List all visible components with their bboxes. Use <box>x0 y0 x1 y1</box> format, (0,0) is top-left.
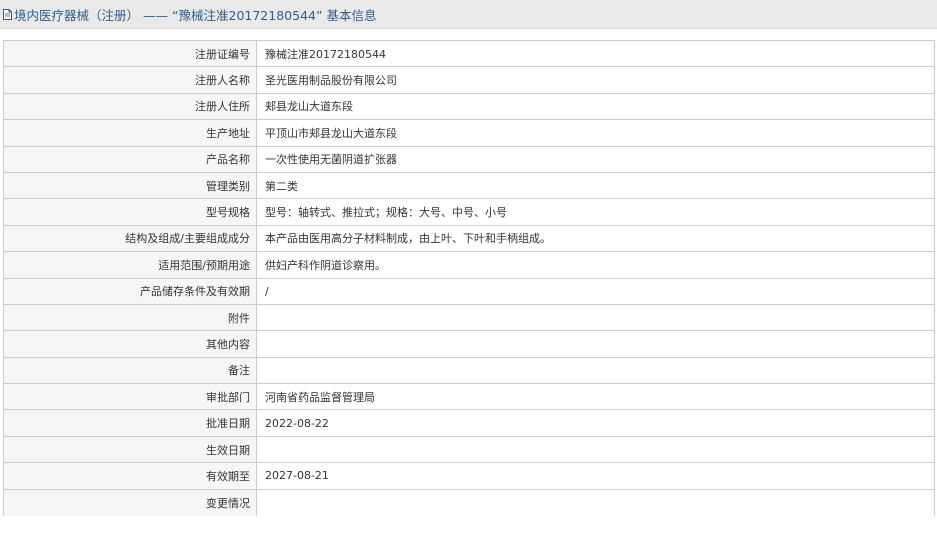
field-label: 结构及组成/主要组成成分 <box>3 224 257 253</box>
field-label: 注册证编号 <box>3 39 257 68</box>
table-row: 型号规格 型号：轴转式、推拉式；规格：大号、中号、小号 <box>3 198 935 226</box>
document-icon <box>3 8 12 20</box>
field-label: 注册人住所 <box>3 92 257 121</box>
field-value <box>256 435 935 464</box>
field-value: 本产品由医用高分子材料制成，由上叶、下叶和手柄组成。 <box>256 224 935 253</box>
field-label: 生效日期 <box>3 435 257 464</box>
field-value: 第二类 <box>256 171 935 200</box>
table-row: 其他内容 <box>3 330 935 358</box>
field-value: 豫械注准20172180544 <box>256 39 935 68</box>
device-info-body: 注册证编号 豫械注准20172180544 注册人名称 圣光医用制品股份有限公司 注册人… <box>3 39 935 516</box>
title-registration-number: “豫械注准20172180544” <box>172 7 323 23</box>
field-value: / <box>256 277 935 305</box>
field-value: 郏县龙山大道东段 <box>256 92 935 121</box>
page-title: 境内医疗器械（注册） —— “豫械注准20172180544” 基本信息 <box>14 5 376 24</box>
field-label: 生产地址 <box>3 119 257 147</box>
table-row: 备注 <box>3 356 935 385</box>
table-row: 注册人住所 郏县龙山大道东段 <box>3 92 935 121</box>
field-value <box>256 330 935 358</box>
table-row: 适用范围/预期用途 供妇产科作阴道诊察用。 <box>3 251 935 279</box>
device-info-table: 注册证编号 豫械注准20172180544 注册人名称 圣光医用制品股份有限公司 注册人… <box>3 39 935 516</box>
field-value <box>256 488 935 516</box>
field-value: 2022-08-22 <box>256 409 935 437</box>
table-row: 批准日期 2022-08-22 <box>3 409 935 437</box>
page-header: 境内医疗器械（注册） —— “豫械注准20172180544” 基本信息 <box>0 0 937 29</box>
table-row: 生产地址 平顶山市郏县龙山大道东段 <box>3 119 935 147</box>
field-value: 河南省药品监督管理局 <box>256 383 935 411</box>
field-value: 2027-08-21 <box>256 462 935 490</box>
table-row: 注册人名称 圣光医用制品股份有限公司 <box>3 66 935 94</box>
field-label: 批准日期 <box>3 409 257 437</box>
field-value: 一次性使用无菌阴道扩张器 <box>256 145 935 173</box>
table-row: 审批部门 河南省药品监督管理局 <box>3 383 935 411</box>
title-suffix: 基本信息 <box>326 7 377 23</box>
table-row: 管理类别 第二类 <box>3 171 935 200</box>
field-value <box>256 356 935 385</box>
table-row: 产品名称 一次性使用无菌阴道扩张器 <box>3 145 935 173</box>
title-category: 境内医疗器械（注册） <box>14 7 140 23</box>
table-row: 变更情况 <box>3 488 935 516</box>
field-label: 审批部门 <box>3 383 257 411</box>
field-value: 供妇产科作阴道诊察用。 <box>256 251 935 279</box>
field-value <box>256 303 935 332</box>
title-separator: —— <box>143 7 169 23</box>
table-row: 产品储存条件及有效期 / <box>3 277 935 305</box>
field-label: 附件 <box>3 303 257 332</box>
field-label: 管理类别 <box>3 171 257 200</box>
field-label: 有效期至 <box>3 462 257 490</box>
field-label: 产品储存条件及有效期 <box>3 277 257 305</box>
field-label: 变更情况 <box>3 488 257 516</box>
field-label: 注册人名称 <box>3 66 257 94</box>
table-row: 生效日期 <box>3 435 935 464</box>
field-label: 其他内容 <box>3 330 257 358</box>
field-value: 圣光医用制品股份有限公司 <box>256 66 935 94</box>
table-row: 附件 <box>3 303 935 332</box>
field-value: 型号：轴转式、推拉式；规格：大号、中号、小号 <box>256 198 935 226</box>
field-label: 产品名称 <box>3 145 257 173</box>
field-label: 适用范围/预期用途 <box>3 251 257 279</box>
table-row: 结构及组成/主要组成成分 本产品由医用高分子材料制成，由上叶、下叶和手柄组成。 <box>3 224 935 253</box>
field-label: 型号规格 <box>3 198 257 226</box>
table-row: 有效期至 2027-08-21 <box>3 462 935 490</box>
field-label: 备注 <box>3 356 257 385</box>
field-value: 平顶山市郏县龙山大道东段 <box>256 119 935 147</box>
table-row: 注册证编号 豫械注准20172180544 <box>3 39 935 68</box>
